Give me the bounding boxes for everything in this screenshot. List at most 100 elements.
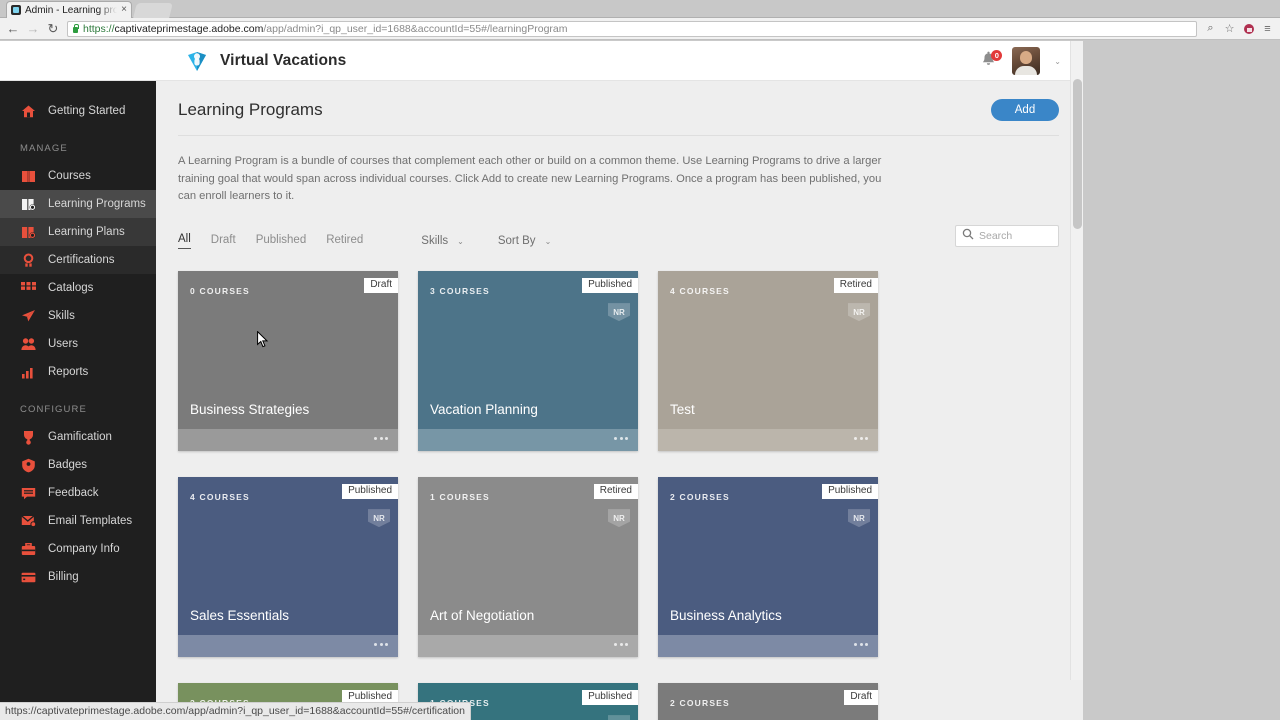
brand[interactable]: Virtual Vacations: [184, 48, 346, 74]
program-card-body: 3 COURSES Published NR Vacation Planning: [418, 271, 638, 430]
more-options-icon[interactable]: [854, 643, 868, 647]
zoom-icon[interactable]: ⌕: [1202, 20, 1219, 37]
learning-plans-icon: [20, 224, 36, 240]
program-card[interactable]: 1 COURSES Retired NR Art of Negotiation: [418, 477, 638, 658]
more-options-icon[interactable]: [374, 643, 388, 647]
program-card[interactable]: 4 COURSES Retired NR Test: [658, 271, 878, 452]
badge-icon: [20, 457, 36, 473]
skills-dropdown[interactable]: Skills ⌄: [421, 235, 464, 247]
forward-icon[interactable]: →: [24, 20, 42, 38]
program-name: Business Analytics: [670, 608, 782, 624]
add-button[interactable]: Add: [991, 99, 1059, 121]
browser-tab[interactable]: Admin - Learning pro ×: [6, 1, 132, 18]
program-card[interactable]: 3 COURSES Published NR Vacation Planning: [418, 271, 638, 452]
home-icon: [20, 103, 36, 119]
chevron-down-icon: ⌄: [457, 236, 464, 246]
program-card[interactable]: 0 COURSES Draft Business Strategies: [178, 271, 398, 452]
sidebar-item-courses[interactable]: Courses: [0, 162, 156, 190]
program-card[interactable]: 4 COURSES Published NR Sales Essentials: [178, 477, 398, 658]
sidebar-item-label: Getting Started: [48, 105, 126, 117]
sidebar-item-company-info[interactable]: Company Info: [0, 535, 156, 563]
address-bar[interactable]: https://captivateprimestage.adobe.com/ap…: [67, 20, 1197, 37]
sidebar-item-label: Gamification: [48, 431, 112, 443]
program-name: Sales Essentials: [190, 608, 290, 624]
chevron-down-icon[interactable]: ⌄: [1054, 57, 1061, 66]
extension-icon[interactable]: [1240, 20, 1257, 37]
tab-retired[interactable]: Retired: [326, 234, 363, 249]
catalogs-icon: [20, 280, 36, 296]
sidebar-item-catalogs[interactable]: Catalogs: [0, 274, 156, 302]
sidebar-item-label: Users: [48, 338, 79, 350]
app-body: Getting Started MANAGE Courses Learning …: [0, 81, 1083, 720]
skills-dropdown-label: Skills: [421, 235, 449, 248]
search-box[interactable]: [955, 225, 1059, 248]
sidebar-item-users[interactable]: Users: [0, 330, 156, 358]
status-badge: Draft: [364, 278, 398, 294]
browser-menu-icon[interactable]: ≡: [1259, 20, 1276, 37]
tab-published[interactable]: Published: [256, 234, 307, 249]
reload-icon[interactable]: ↻: [44, 20, 62, 38]
page-viewport: Virtual Vacations 0 ⌄ Getting Started MA…: [0, 41, 1280, 720]
course-count: 4 COURSES: [190, 492, 250, 503]
sidebar-item-label: Courses: [48, 170, 91, 182]
sidebar-item-label: Skills: [48, 310, 75, 322]
program-card-body: 2 COURSES Draft: [658, 683, 878, 720]
program-card-body: 2 COURSES Published NR Business Analytic…: [658, 477, 878, 636]
close-icon[interactable]: ×: [121, 5, 127, 15]
reports-icon: [20, 364, 36, 380]
sidebar-item-gamification[interactable]: Gamification: [0, 423, 156, 451]
sidebar-item-learning-programs[interactable]: Learning Programs: [0, 190, 156, 218]
program-card[interactable]: 2 COURSES Published NR Business Analytic…: [658, 477, 878, 658]
sidebar-item-feedback[interactable]: Feedback: [0, 479, 156, 507]
status-badge: Published: [582, 690, 638, 706]
web-page: Virtual Vacations 0 ⌄ Getting Started MA…: [0, 41, 1083, 720]
status-badge: Retired: [833, 278, 878, 294]
search-icon: [962, 227, 974, 245]
sidebar-item-billing[interactable]: Billing: [0, 563, 156, 591]
sidebar-item-learning-plans[interactable]: Learning Plans: [0, 218, 156, 246]
back-icon[interactable]: ←: [4, 20, 22, 38]
bookmark-star-icon[interactable]: ☆: [1221, 20, 1238, 37]
more-options-icon[interactable]: [374, 437, 388, 441]
page-scrollbar[interactable]: [1070, 41, 1083, 680]
book-icon: [20, 168, 36, 184]
program-card[interactable]: 2 COURSES Draft: [658, 683, 878, 720]
users-icon: [20, 336, 36, 352]
sidebar-item-skills[interactable]: Skills: [0, 302, 156, 330]
tab-title: Admin - Learning pro: [25, 4, 118, 16]
url-scheme: https://: [83, 22, 115, 35]
nr-badge: NR: [608, 303, 630, 322]
more-options-icon[interactable]: [614, 437, 628, 441]
main-content: Learning Programs Add A Learning Program…: [156, 81, 1083, 720]
url-host: captivateprimestage.adobe.com: [114, 22, 264, 35]
more-options-icon[interactable]: [614, 643, 628, 647]
sidebar-item-badges[interactable]: Badges: [0, 451, 156, 479]
page-scrollbar-thumb[interactable]: [1073, 79, 1082, 229]
url-path: /app/admin?i_qp_user_id=1688&accountId=5…: [263, 22, 568, 35]
sidebar-item-reports[interactable]: Reports: [0, 358, 156, 386]
feedback-icon: [20, 485, 36, 501]
search-input[interactable]: [979, 230, 1052, 243]
sidebar-item-getting-started[interactable]: Getting Started: [0, 97, 156, 125]
more-options-icon[interactable]: [854, 437, 868, 441]
chevron-down-icon: ⌄: [544, 236, 552, 246]
notifications-button[interactable]: 0: [980, 50, 1003, 71]
tab-draft[interactable]: Draft: [211, 234, 236, 249]
tab-all[interactable]: All: [178, 233, 191, 250]
brand-name: Virtual Vacations: [220, 51, 347, 69]
sort-by-dropdown[interactable]: Sort By ⌄: [498, 235, 551, 247]
avatar[interactable]: [1012, 47, 1041, 75]
sidebar-item-certifications[interactable]: Certifications: [0, 246, 156, 274]
course-count: 2 COURSES: [670, 492, 730, 503]
company-info-icon: [20, 541, 36, 557]
sidebar-item-label: Email Templates: [48, 515, 133, 527]
certification-icon: [20, 252, 36, 268]
new-tab-button[interactable]: [133, 3, 173, 18]
status-badge: Published: [582, 278, 638, 294]
course-count: 0 COURSES: [190, 286, 250, 297]
nr-badge: NR: [608, 715, 630, 720]
browser-window: Admin - Learning pro × ← → ↻ https://cap…: [0, 0, 1280, 720]
skills-icon: [20, 308, 36, 324]
sidebar-item-label: Feedback: [48, 487, 99, 499]
sidebar-item-email-templates[interactable]: Email Templates: [0, 507, 156, 535]
